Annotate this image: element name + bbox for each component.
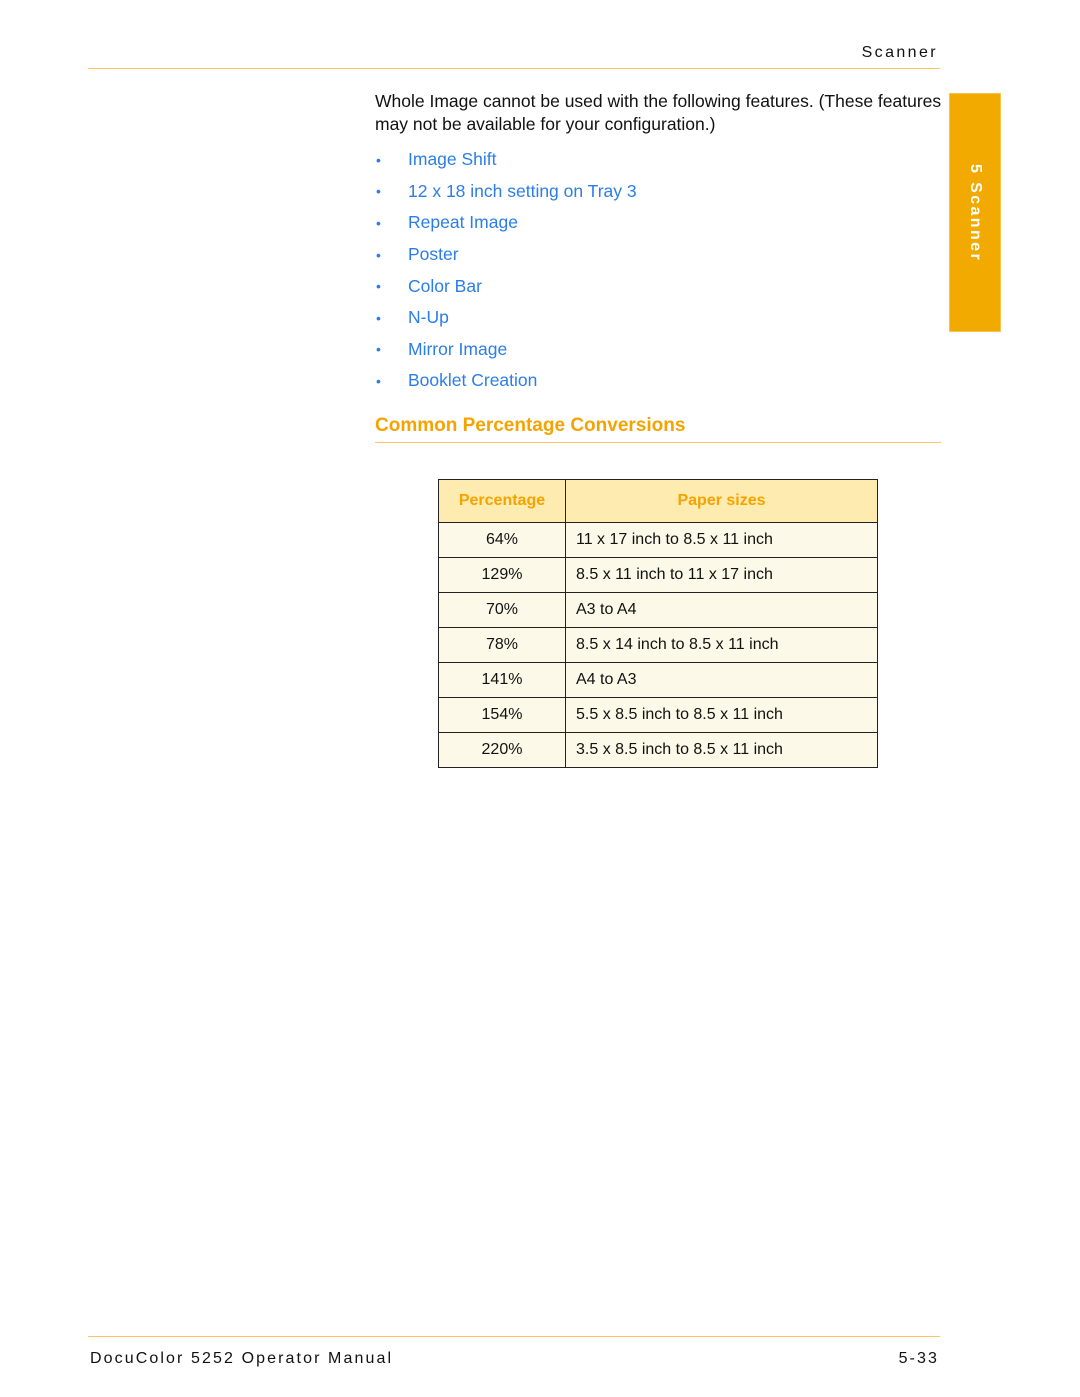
bullet-icon: • [376,214,381,231]
feature-link[interactable]: • Image Shift [375,144,637,176]
feature-link[interactable]: • Repeat Image [375,207,637,239]
feature-link-label[interactable]: Image Shift [408,149,497,170]
feature-link-label[interactable]: Color Bar [408,276,482,297]
percentage-cell: 78% [438,627,566,663]
section-heading: Common Percentage Conversions [375,414,941,443]
table-row: 129% 8.5 x 11 inch to 11 x 17 inch [438,557,878,593]
paper-size-cell: A3 to A4 [565,592,878,628]
paper-size-cell: 8.5 x 14 inch to 8.5 x 11 inch [565,627,878,663]
percentage-cell: 64% [438,522,566,558]
chapter-tab-label: 5 Scanner [967,164,984,263]
footer-rule [88,1336,940,1337]
paper-size-cell: 3.5 x 8.5 inch to 8.5 x 11 inch [565,732,878,768]
feature-link[interactable]: • Poster [375,239,637,271]
percentage-cell: 129% [438,557,566,593]
paper-size-cell: 8.5 x 11 inch to 11 x 17 inch [565,557,878,593]
table-row: 64% 11 x 17 inch to 8.5 x 11 inch [438,522,878,558]
table-row: 141% A4 to A3 [438,662,878,698]
feature-link[interactable]: • Color Bar [375,270,637,302]
footer-page-number: 5-33 [898,1350,939,1367]
table-header-row: Percentage Paper sizes [438,479,878,523]
feature-link-label[interactable]: Repeat Image [408,212,518,233]
running-header-title: Scanner [861,44,938,61]
bullet-icon: • [376,246,381,263]
chapter-tab[interactable]: 5 Scanner [949,93,1001,332]
percentage-conversion-table: Percentage Paper sizes 64% 11 x 17 inch … [438,479,878,768]
column-header-percentage: Percentage [438,479,566,523]
bullet-icon: • [376,341,381,358]
paper-size-cell: 11 x 17 inch to 8.5 x 11 inch [565,522,878,558]
feature-link[interactable]: • N-Up [375,302,637,334]
bullet-icon: • [376,278,381,295]
feature-list: • Image Shift • 12 x 18 inch setting on Tr… [375,144,637,397]
feature-link-label[interactable]: Mirror Image [408,339,507,360]
bullet-icon: • [376,372,381,389]
table-row: 70% A3 to A4 [438,592,878,628]
running-header: Scanner [88,40,940,69]
bullet-icon: • [376,183,381,200]
feature-link-label[interactable]: 12 x 18 inch setting on Tray 3 [408,181,637,202]
bullet-icon: • [376,151,381,168]
percentage-cell: 154% [438,697,566,733]
paper-size-cell: 5.5 x 8.5 inch to 8.5 x 11 inch [565,697,878,733]
feature-link-label[interactable]: Poster [408,244,459,265]
table-row: 78% 8.5 x 14 inch to 8.5 x 11 inch [438,627,878,663]
footer-manual-title: DocuColor 5252 Operator Manual [90,1350,394,1367]
section-heading-text: Common Percentage Conversions [375,415,686,436]
feature-link[interactable]: • Booklet Creation [375,365,637,397]
percentage-cell: 141% [438,662,566,698]
feature-link[interactable]: • 12 x 18 inch setting on Tray 3 [375,176,637,208]
feature-link-label[interactable]: N-Up [408,307,449,328]
bullet-icon: • [376,309,381,326]
table-row: 220% 3.5 x 8.5 inch to 8.5 x 11 inch [438,732,878,768]
table-row: 154% 5.5 x 8.5 inch to 8.5 x 11 inch [438,697,878,733]
intro-paragraph: Whole Image cannot be used with the foll… [375,91,942,134]
feature-link[interactable]: • Mirror Image [375,334,637,366]
paper-size-cell: A4 to A3 [565,662,878,698]
percentage-cell: 220% [438,732,566,768]
column-header-paper-sizes: Paper sizes [565,479,878,523]
percentage-cell: 70% [438,592,566,628]
feature-link-label[interactable]: Booklet Creation [408,370,537,391]
